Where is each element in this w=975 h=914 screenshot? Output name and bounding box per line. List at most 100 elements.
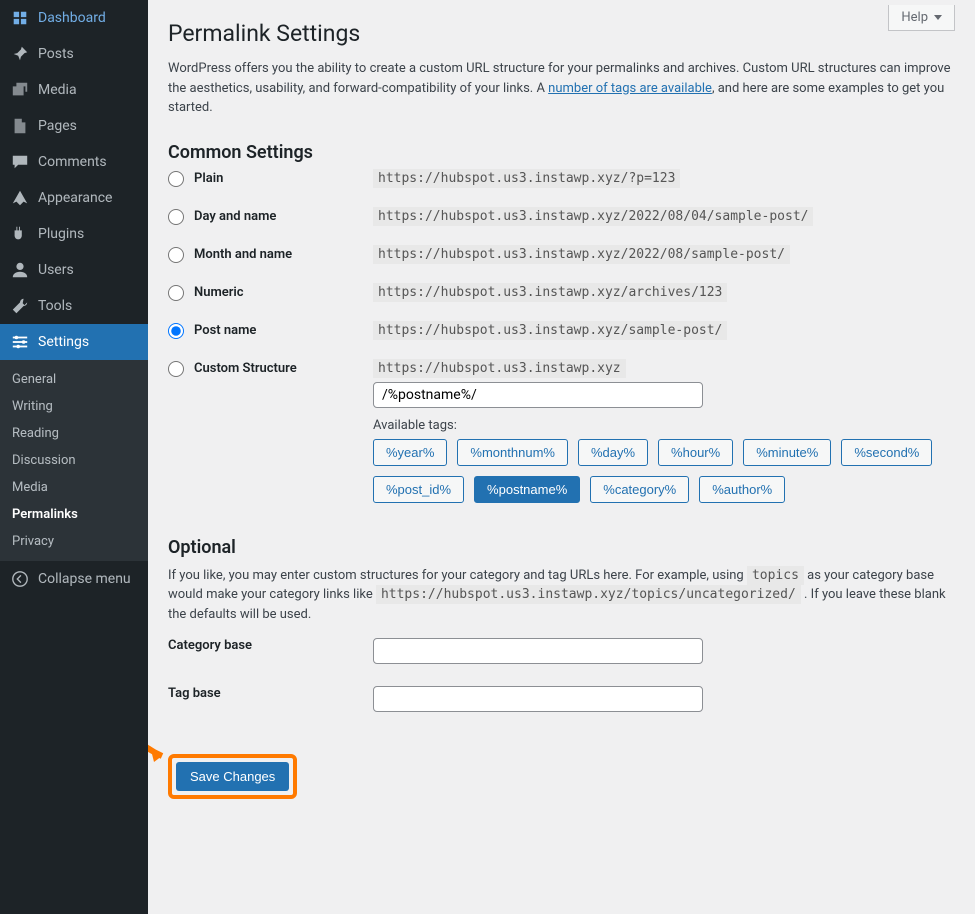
admin-sidebar: Dashboard Posts Media Pages Comments App…	[0, 0, 148, 914]
day-radio[interactable]	[168, 209, 184, 225]
main-content: Help Permalink Settings WordPress offers…	[148, 0, 975, 914]
sidebar-label: Users	[38, 262, 74, 278]
common-settings-heading: Common Settings	[168, 142, 955, 163]
users-icon	[10, 260, 30, 280]
collapse-label: Collapse menu	[38, 571, 131, 587]
comments-icon	[10, 152, 30, 172]
sidebar-label: Plugins	[38, 226, 84, 242]
tag-year[interactable]: %year%	[373, 439, 447, 466]
plain-url: https://hubspot.us3.instawp.xyz/?p=123	[373, 169, 680, 188]
tags-row2: %post_id% %postname% %category% %author%	[373, 476, 955, 503]
optional-heading: Optional	[168, 537, 955, 558]
help-label: Help	[901, 10, 928, 25]
sidebar-item-media[interactable]: Media	[0, 72, 148, 108]
sidebar-label: Dashboard	[38, 10, 106, 26]
appearance-icon	[10, 188, 30, 208]
tag-base-input[interactable]	[373, 686, 703, 712]
custom-structure-input[interactable]	[373, 382, 703, 408]
option-month: Month and name https://hubspot.us3.insta…	[168, 247, 955, 263]
sidebar-label: Settings	[38, 334, 89, 350]
custom-label[interactable]: Custom Structure	[168, 361, 373, 377]
month-radio[interactable]	[168, 247, 184, 263]
tag-postname[interactable]: %postname%	[474, 476, 580, 503]
media-icon	[10, 80, 30, 100]
category-base-row: Category base	[168, 638, 955, 664]
option-custom: Custom Structure https://hubspot.us3.ins…	[168, 361, 955, 513]
postname-radio[interactable]	[168, 323, 184, 339]
day-url: https://hubspot.us3.instawp.xyz/2022/08/…	[373, 207, 813, 226]
sidebar-item-posts[interactable]: Posts	[0, 36, 148, 72]
help-button[interactable]: Help	[888, 5, 955, 31]
submenu-general[interactable]: General	[0, 366, 148, 393]
save-changes-button[interactable]: Save Changes	[176, 762, 289, 791]
postname-url: https://hubspot.us3.instawp.xyz/sample-p…	[373, 321, 727, 340]
tags-link[interactable]: number of tags are available	[548, 81, 712, 96]
sidebar-item-users[interactable]: Users	[0, 252, 148, 288]
tag-monthnum[interactable]: %monthnum%	[457, 439, 568, 466]
day-label[interactable]: Day and name	[168, 209, 373, 225]
numeric-radio[interactable]	[168, 285, 184, 301]
submenu-permalinks[interactable]: Permalinks	[0, 501, 148, 528]
tags-row1: %year% %monthnum% %day% %hour% %minute% …	[373, 439, 955, 466]
sidebar-item-pages[interactable]: Pages	[0, 108, 148, 144]
submenu-privacy[interactable]: Privacy	[0, 528, 148, 555]
settings-icon	[10, 332, 30, 352]
tag-day[interactable]: %day%	[578, 439, 648, 466]
topics-code: topics	[747, 566, 804, 585]
plain-label[interactable]: Plain	[168, 171, 373, 187]
pin-icon	[10, 44, 30, 64]
tag-postid[interactable]: %post_id%	[373, 476, 464, 503]
sidebar-label: Media	[38, 82, 77, 98]
sidebar-item-dashboard[interactable]: Dashboard	[0, 0, 148, 36]
page-title: Permalink Settings	[168, 20, 955, 47]
option-day: Day and name https://hubspot.us3.instawp…	[168, 209, 955, 225]
tag-author[interactable]: %author%	[699, 476, 785, 503]
month-url: https://hubspot.us3.instawp.xyz/2022/08/…	[373, 245, 790, 264]
sidebar-collapse[interactable]: Collapse menu	[0, 561, 148, 597]
sidebar-item-comments[interactable]: Comments	[0, 144, 148, 180]
category-base-input[interactable]	[373, 638, 703, 664]
intro-text: WordPress offers you the ability to crea…	[168, 59, 955, 118]
custom-url: https://hubspot.us3.instawp.xyz	[373, 359, 626, 378]
pages-icon	[10, 116, 30, 136]
submenu-media[interactable]: Media	[0, 474, 148, 501]
option-plain: Plain https://hubspot.us3.instawp.xyz/?p…	[168, 171, 955, 187]
sidebar-label: Tools	[38, 298, 72, 314]
plain-radio[interactable]	[168, 171, 184, 187]
tag-hour[interactable]: %hour%	[658, 439, 733, 466]
sidebar-item-appearance[interactable]: Appearance	[0, 180, 148, 216]
sidebar-label: Comments	[38, 154, 107, 170]
sidebar-item-tools[interactable]: Tools	[0, 288, 148, 324]
tag-minute[interactable]: %minute%	[743, 439, 831, 466]
chevron-down-icon	[934, 15, 942, 20]
tools-icon	[10, 296, 30, 316]
dashboard-icon	[10, 8, 30, 28]
tag-base-row: Tag base	[168, 686, 955, 712]
submenu-reading[interactable]: Reading	[0, 420, 148, 447]
tag-base-label: Tag base	[168, 686, 373, 701]
plugins-icon	[10, 224, 30, 244]
settings-submenu: General Writing Reading Discussion Media…	[0, 360, 148, 561]
postname-label[interactable]: Post name	[168, 323, 373, 339]
option-numeric: Numeric https://hubspot.us3.instawp.xyz/…	[168, 285, 955, 301]
month-label[interactable]: Month and name	[168, 247, 373, 263]
optional-text: If you like, you may enter custom struct…	[168, 566, 955, 625]
submenu-writing[interactable]: Writing	[0, 393, 148, 420]
sidebar-label: Pages	[38, 118, 77, 134]
tag-category[interactable]: %category%	[590, 476, 689, 503]
category-base-label: Category base	[168, 638, 373, 653]
tag-second[interactable]: %second%	[841, 439, 932, 466]
save-highlight: Save Changes	[168, 754, 297, 799]
option-postname: Post name https://hubspot.us3.instawp.xy…	[168, 323, 955, 339]
available-tags-label: Available tags:	[373, 418, 955, 433]
collapse-icon	[10, 569, 30, 589]
sidebar-label: Posts	[38, 46, 74, 62]
sidebar-item-plugins[interactable]: Plugins	[0, 216, 148, 252]
sidebar-item-settings[interactable]: Settings	[0, 324, 148, 360]
submenu-discussion[interactable]: Discussion	[0, 447, 148, 474]
numeric-url: https://hubspot.us3.instawp.xyz/archives…	[373, 283, 727, 302]
topics-url-code: https://hubspot.us3.instawp.xyz/topics/u…	[376, 585, 801, 604]
sidebar-label: Appearance	[38, 190, 112, 206]
numeric-label[interactable]: Numeric	[168, 285, 373, 301]
custom-radio[interactable]	[168, 361, 184, 377]
